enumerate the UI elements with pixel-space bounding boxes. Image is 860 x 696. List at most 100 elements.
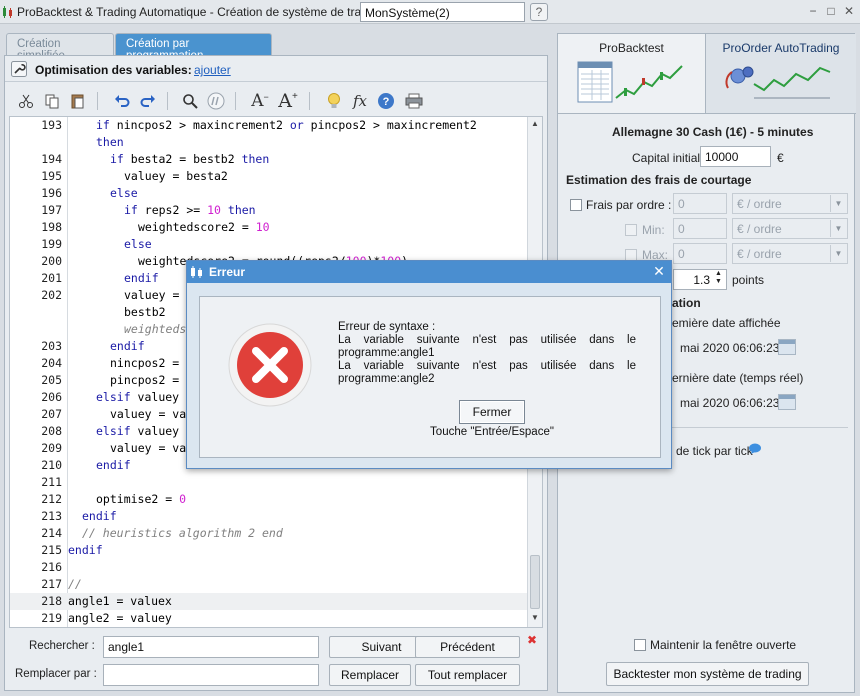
tab-programming[interactable]: Création par programmation (115, 33, 272, 62)
code-line[interactable]: 217 // (10, 576, 528, 593)
system-name-field[interactable]: MonSystème(2) (360, 2, 525, 22)
maximize-button[interactable]: □ (824, 4, 838, 18)
chevron-down-icon: ▼ (830, 220, 846, 237)
code-line[interactable]: 211 (10, 474, 528, 491)
line-number: 202 (41, 288, 62, 302)
line-number: 209 (41, 441, 62, 455)
line-number: 205 (41, 373, 62, 387)
help-icon[interactable]: ? (530, 3, 548, 21)
find-previous-button[interactable]: Précédent (415, 636, 520, 658)
copy-icon[interactable] (41, 90, 63, 112)
spread-unit: points (732, 273, 765, 287)
dialog-title: Erreur (209, 265, 246, 279)
tab-proorder[interactable]: ProOrder AutoTrading (706, 34, 856, 114)
code-line[interactable]: then (10, 134, 528, 151)
keep-window-open-checkbox[interactable] (634, 639, 646, 651)
calendar-icon[interactable] (778, 394, 796, 410)
paste-icon[interactable] (67, 90, 89, 112)
code-line[interactable]: 215 endif (10, 542, 528, 559)
code-line[interactable]: 216 (10, 559, 528, 576)
undo-icon[interactable] (111, 90, 133, 112)
code-text: bestb2 (124, 305, 166, 319)
info-bubble-icon[interactable] (748, 443, 762, 455)
fees-title: Estimation des frais de courtage (566, 173, 752, 187)
spread-stepper[interactable]: ▲ ▼ (715, 270, 722, 286)
code-line[interactable]: 199 else (10, 236, 528, 253)
replace-input[interactable] (103, 664, 319, 686)
code-line[interactable]: 194 if besta2 = bestb2 then (10, 151, 528, 168)
code-text: // heuristics algorithm 2 end (82, 526, 283, 540)
code-line[interactable]: 214 // heuristics algorithm 2 end (10, 525, 528, 542)
code-line[interactable]: 212 optimise2 = 0 (10, 491, 528, 508)
capital-input[interactable]: 10000 (700, 146, 771, 167)
last-date-value[interactable]: mai 2020 06:06:23 (680, 396, 779, 410)
max-unit-select[interactable]: € / ordre ▼ (732, 243, 848, 264)
code-line[interactable]: 196 else (10, 185, 528, 202)
toolbar-separator (97, 92, 98, 110)
title-bar: ProBacktest & Trading Automatique - Créa… (0, 0, 860, 24)
line-number: 207 (41, 407, 62, 421)
minimize-button[interactable]: − (806, 4, 820, 18)
close-button[interactable]: ✕ (842, 4, 856, 18)
code-line[interactable]: 218 angle1 = valuex (10, 593, 528, 610)
fees-unit-select[interactable]: € / ordre ▼ (732, 193, 848, 214)
code-text: if nincpos2 > maxincrement2 or pincpos2 … (96, 118, 477, 132)
toolbar-separator (309, 92, 310, 110)
search-icon[interactable] (179, 90, 201, 112)
min-input[interactable]: 0 (673, 218, 727, 239)
app-icon (191, 266, 202, 278)
keep-window-open-label: Maintenir la fenêtre ouverte (650, 638, 797, 652)
code-text: angle2 = valuey (68, 611, 172, 625)
calendar-icon[interactable] (778, 339, 796, 355)
add-variable-link[interactable]: ajouter (194, 63, 231, 77)
replace-all-button[interactable]: Tout remplacer (415, 664, 520, 686)
fees-per-order-checkbox[interactable] (570, 199, 582, 211)
scissors-icon[interactable] (15, 90, 37, 112)
line-number: 206 (41, 390, 62, 404)
first-date-value[interactable]: mai 2020 06:06:23 (680, 341, 779, 355)
code-line[interactable]: 195 valuey = besta2 (10, 168, 528, 185)
close-dialog-button[interactable]: Fermer (459, 400, 525, 424)
font-increase-icon[interactable]: A + (277, 90, 299, 112)
error-line-1: Erreur de syntaxe : (338, 321, 436, 333)
help-icon[interactable]: ? (375, 90, 397, 112)
scroll-up-icon[interactable]: ▲ (530, 119, 540, 131)
code-line[interactable]: 198 weightedscore2 = 10 (10, 219, 528, 236)
chevron-down-icon: ▼ (830, 195, 846, 212)
line-number: 210 (41, 458, 62, 472)
scroll-thumb[interactable] (530, 555, 540, 609)
code-line[interactable]: 213 endif (10, 508, 528, 525)
code-line[interactable]: 219 angle2 = valuey (10, 610, 528, 627)
max-input[interactable]: 0 (673, 243, 727, 264)
comment-icon[interactable] (205, 90, 227, 112)
dialog-close-icon[interactable]: ✕ (651, 263, 667, 280)
run-backtest-button[interactable]: Backtester mon système de trading (606, 662, 809, 686)
currency-label: € (777, 151, 784, 165)
replace-button[interactable]: Remplacer (329, 664, 411, 686)
fees-input[interactable]: 0 (673, 193, 727, 214)
tab-simple-creation[interactable]: Création simplifiée (6, 33, 114, 62)
min-checkbox[interactable] (625, 224, 637, 236)
min-unit-select[interactable]: € / ordre ▼ (732, 218, 848, 239)
line-number: 194 (41, 152, 62, 166)
find-input[interactable]: angle1 (103, 636, 319, 658)
scroll-down-icon[interactable]: ▼ (530, 613, 540, 625)
line-number: 197 (41, 203, 62, 217)
fx-icon[interactable]: fx (349, 90, 371, 112)
line-number: 195 (41, 169, 62, 183)
redo-icon[interactable] (137, 90, 159, 112)
code-text: else (124, 237, 152, 251)
tab-probacktest[interactable]: ProBacktest (558, 34, 706, 114)
dialog-title-bar: Erreur ✕ (187, 261, 671, 283)
wrench-icon (11, 61, 27, 77)
line-number: 214 (41, 526, 62, 540)
bulb-icon[interactable] (323, 90, 345, 112)
print-icon[interactable] (403, 90, 425, 112)
code-line[interactable]: 193 if nincpos2 > maxincrement2 or pincpo… (10, 117, 528, 134)
toolbar-separator (167, 92, 168, 110)
toolbar-separator (235, 92, 236, 110)
close-icon[interactable]: ✖ (527, 634, 539, 646)
code-line[interactable]: 197 if reps2 >= 10 then (10, 202, 528, 219)
optimization-bar: Optimisation des variables: ajouter (5, 56, 547, 82)
font-decrease-icon[interactable]: A − (249, 90, 271, 112)
